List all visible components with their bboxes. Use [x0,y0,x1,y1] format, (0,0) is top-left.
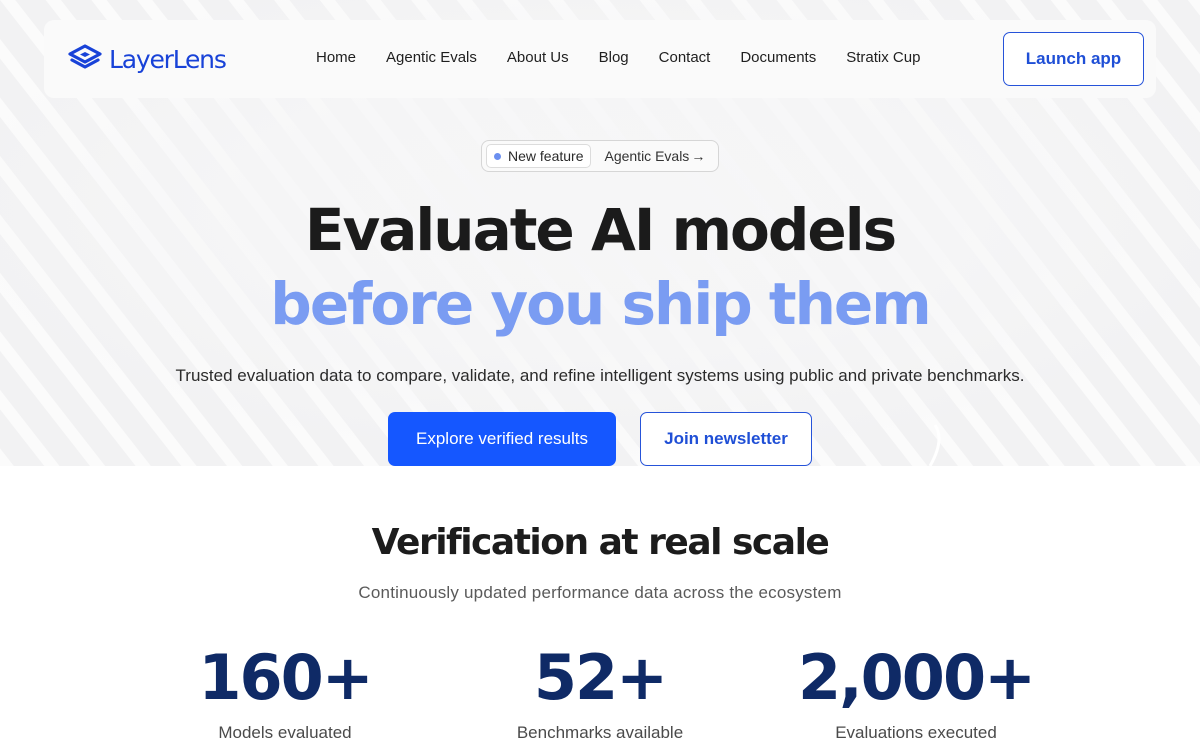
new-feature-pill[interactable]: New feature Agentic Evals → [481,140,719,172]
dot-icon [494,152,501,160]
nav-link-contact[interactable]: Contact [659,49,711,66]
nav-link-stratix-cup[interactable]: Stratix Cup [846,49,920,66]
brand-logo[interactable]: LayerLens [68,44,227,74]
new-feature-label: New feature [508,148,584,164]
brand-name: LayerLens [109,44,227,74]
stat-value: 2,000+ [797,641,1036,714]
hero-headline: Evaluate AI models [304,196,897,264]
nav-links: Home Agentic Evals About Us Blog Contact… [316,49,920,66]
stat-evaluations: 2,000+ Evaluations executed [756,640,1076,743]
nav-link-home[interactable]: Home [316,49,356,66]
hero-subtitle: Trusted evaluation data to compare, vali… [175,366,1025,385]
stat-models: 160+ Models evaluated [125,640,445,743]
hero-headline-highlight: before you ship them [270,270,931,338]
nav-link-agentic-evals[interactable]: Agentic Evals [386,49,477,66]
join-newsletter-button[interactable]: Join newsletter [640,412,812,466]
nav-link-blog[interactable]: Blog [599,49,629,66]
new-feature-tag: New feature [486,144,592,168]
stats-section-title: Verification at real scale [371,522,830,563]
stat-value: 52+ [533,641,668,714]
launch-app-button[interactable]: Launch app [1003,32,1144,86]
arrow-right-icon: → [691,148,706,164]
top-navbar: LayerLens Home Agentic Evals About Us Bl… [44,20,1156,98]
page: LayerLens Home Agentic Evals About Us Bl… [0,0,1200,750]
stat-value: 160+ [198,641,373,714]
nav-link-documents[interactable]: Documents [740,49,816,66]
stat-benchmarks: 52+ Benchmarks available [440,640,760,743]
stats-section-subtitle: Continuously updated performance data ac… [358,583,842,602]
explore-results-button[interactable]: Explore verified results [388,412,616,466]
stat-label: Evaluations executed [835,723,997,742]
stacked-layers-icon [68,44,102,69]
nav-link-about-us[interactable]: About Us [507,49,569,66]
feature-link-text: Agentic Evals [604,148,690,164]
stat-label: Benchmarks available [516,723,684,742]
stat-label: Models evaluated [218,723,352,742]
